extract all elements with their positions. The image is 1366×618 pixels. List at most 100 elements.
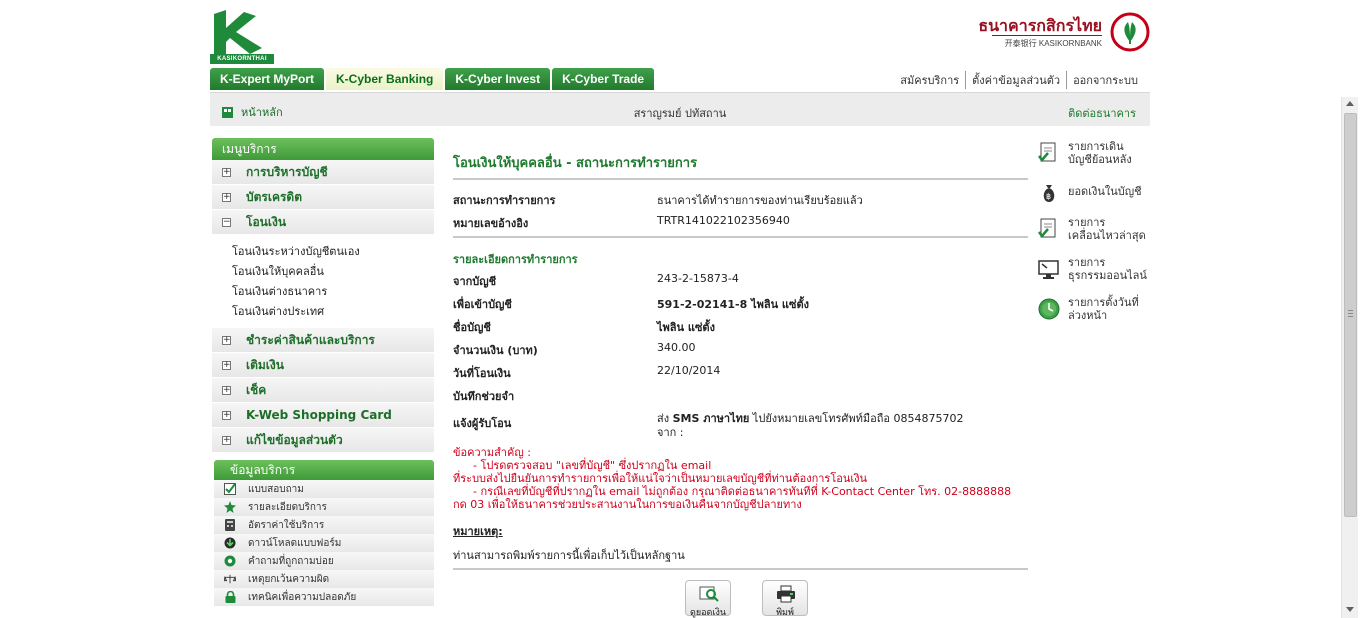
menu-item-account-management[interactable]: + การบริหารบัญชี (212, 160, 434, 185)
scrollbar-thumb[interactable] (1344, 113, 1357, 517)
tab-k-expert-myport[interactable]: K-Expert MyPort (210, 68, 325, 90)
menu-item-label: เติมเงิน (246, 357, 284, 372)
info-item-survey[interactable]: แบบสอบถาม (214, 480, 434, 498)
expand-icon: + (222, 359, 231, 370)
menu-item-k-web-shopping-card[interactable]: + K-Web Shopping Card (212, 403, 434, 428)
memo-label: บันทึกช่วยจำ (453, 390, 515, 403)
info-item-label: รายละเอียดบริการ (248, 501, 327, 513)
menu-item-label: บัตรเครดิต (246, 189, 303, 204)
k-logo-icon (214, 10, 262, 54)
view-balance-button[interactable]: ดูยอดเงิน (685, 580, 731, 618)
info-item-label: ดาวน์โหลดแบบฟอร์ม (248, 537, 342, 549)
grip-icon (1348, 310, 1353, 311)
print-button[interactable]: พิมพ์ (762, 580, 808, 618)
menu-item-label: เช็ค (246, 382, 267, 397)
submenu-international[interactable]: โอนเงินต่างประเทศ (232, 302, 434, 322)
tab-k-cyber-invest[interactable]: K-Cyber Invest (445, 68, 551, 90)
notice-line: - กรณีเลขที่บัญชีที่ปรากฏใน email ไม่ถูก… (473, 485, 1012, 498)
account-name-value: ไพลิน แซ่ตั้ง (657, 321, 715, 334)
quick-link-online[interactable]: รายการ ธุรกรรมออนไลน์ (1038, 256, 1150, 296)
tab-k-cyber-trade[interactable]: K-Cyber Trade (552, 68, 655, 90)
expand-icon: + (222, 384, 231, 395)
info-item-label: เหตุยกเว้นความผิด (248, 573, 330, 585)
submenu-other-bank[interactable]: โอนเงินต่างธนาคาร (232, 282, 434, 302)
service-info: ข้อมูลบริการ แบบสอบถาม รายละเอียดบริการ … (214, 460, 434, 606)
scroll-down-icon[interactable] (1346, 607, 1354, 612)
remark-label: หมายเหตุ: (453, 525, 503, 538)
quick-link-balance[interactable]: ฿ ยอดเงินในบัญชี (1038, 180, 1150, 220)
notify-value: ส่ง SMS ภาษาไทย ไปยังหมายเลขโทรศัพท์มือถ… (657, 409, 963, 427)
quick-link-statement[interactable]: รายการเดิน บัญชีย้อนหลัง (1038, 140, 1150, 180)
kasikornthai-logo[interactable]: KASIKORNTHAI (210, 10, 274, 64)
tab-k-cyber-banking[interactable]: K-Cyber Banking (326, 68, 444, 90)
info-item-label: คำถามที่ถูกถามบ่อย (248, 555, 334, 567)
divider (453, 178, 1028, 180)
contact-bank-link[interactable]: ติดต่อธนาคาร (1068, 104, 1136, 122)
remark-text: ท่านสามารถพิมพ์รายการนี้เพื่อเก็บไว้เป็น… (453, 549, 685, 562)
statement-icon (1038, 142, 1056, 162)
menu-item-label: ชำระค่าสินค้าและบริการ (246, 332, 375, 347)
transfer-submenu: โอนเงินระหว่างบัญชีตนเอง โอนเงินให้บุคคล… (212, 235, 434, 328)
info-item-fees[interactable]: อัตราค่าใช้บริการ (214, 516, 434, 534)
menu-item-credit-card[interactable]: + บัตรเครดิต (212, 185, 434, 210)
scale-icon (224, 573, 236, 585)
menu-item-bill-payment[interactable]: + ชำระค่าสินค้าและบริการ (212, 328, 434, 353)
info-item-service-details[interactable]: รายละเอียดบริการ (214, 498, 434, 516)
account-name-label: ชื่อบัญชี (453, 321, 491, 334)
reference-value: TRTR141022102356940 (657, 214, 790, 227)
quick-link-line: เคลื่อนไหวล่าสุด (1068, 229, 1146, 242)
notice-line: ที่ระบบส่งไปยืนยันการทำรายการเพื่อให้แน่… (453, 472, 868, 485)
status-value: ธนาคารได้ทำรายการของท่านเรียบร้อยแล้ว (657, 194, 863, 207)
quick-link-label: รายการ ธุรกรรมออนไลน์ (1068, 256, 1147, 282)
submenu-own-accounts[interactable]: โอนเงินระหว่างบัญชีตนเอง (232, 242, 434, 262)
quick-link-scheduled[interactable]: รายการตั้งวันที่ ล่วงหน้า (1038, 296, 1150, 336)
page-title: โอนเงินให้บุคคลอื่น - สถานะการทำรายการ (453, 156, 698, 171)
menu-item-cheque[interactable]: + เช็ค (212, 378, 434, 403)
quick-link-line: ธุรกรรมออนไลน์ (1068, 269, 1147, 282)
menu-item-edit-profile[interactable]: + แก้ไขข้อมูลส่วนตัว (212, 428, 434, 453)
page-scrollbar[interactable] (1341, 97, 1358, 618)
notice-line: กด 03 เพื่อให้ธนาคารช่วยประสานงานในการขอ… (453, 498, 802, 511)
recent-transactions-icon (1038, 218, 1056, 238)
amount-value: 340.00 (657, 341, 696, 354)
expand-icon: + (222, 191, 231, 202)
register-link[interactable]: สมัครบริการ (894, 71, 965, 89)
download-icon (224, 537, 236, 549)
menu-item-label: แก้ไขข้อมูลส่วนตัว (246, 432, 343, 447)
info-item-faq[interactable]: คำถามที่ถูกถามบ่อย (214, 552, 434, 570)
expand-icon: + (222, 409, 231, 420)
amount-label: จำนวนเงิน (บาท) (453, 344, 538, 357)
menu-item-label: โอนเงิน (246, 214, 287, 229)
quick-link-line: รายการตั้งวันที่ (1068, 296, 1139, 309)
notify-label: แจ้งผู้รับโอน (453, 417, 512, 430)
question-icon (224, 555, 236, 567)
menu-item-top-up[interactable]: + เติมเงิน (212, 353, 434, 378)
scroll-up-icon[interactable] (1346, 101, 1354, 106)
notify-from: จาก : (657, 426, 684, 439)
kasikornbank-logo[interactable]: ธนาคารกสิกรไทย 开泰银行 KASIKORNBANK (978, 12, 1150, 56)
info-item-download-forms[interactable]: ดาวน์โหลดแบบฟอร์ม (214, 534, 434, 552)
quick-link-recent[interactable]: รายการ เคลื่อนไหวล่าสุด (1038, 216, 1150, 256)
bank-name-english: 开泰银行 KASIKORNBANK (1004, 39, 1102, 48)
info-item-security-tips[interactable]: เทคนิคเพื่อความปลอดภัย (214, 588, 434, 606)
quick-link-label: รายการ เคลื่อนไหวล่าสุด (1068, 216, 1146, 242)
expand-icon: + (222, 434, 231, 445)
info-item-disclaimer[interactable]: เหตุยกเว้นความผิด (214, 570, 434, 588)
menu-item-transfer[interactable]: − โอนเงิน (212, 210, 434, 235)
money-bag-icon: ฿ (1043, 185, 1055, 202)
checkmark-icon (224, 483, 236, 495)
reference-label: หมายเลขอ้างอิง (453, 217, 529, 230)
expand-icon: + (222, 166, 231, 177)
quick-link-label: ยอดเงินในบัญชี (1068, 185, 1142, 198)
page: KASIKORNTHAI ธนาคารกสิกรไทย 开泰银行 KASIKOR… (210, 0, 1150, 618)
navbar: หน้าหลัก สราญรมย์ ปทัสถาน ติดต่อธนาคาร (210, 92, 1150, 126)
to-account-label: เพื่อเข้าบัญชี (453, 298, 512, 311)
important-notice: ข้อความสำคัญ : - โปรดตรวจสอบ "เลขที่บัญช… (453, 446, 1011, 511)
date-value: 22/10/2014 (657, 364, 721, 377)
service-menu: เมนูบริการ + การบริหารบัญชี + บัตรเครดิต −… (212, 138, 434, 453)
printer-icon (777, 585, 795, 603)
logout-link[interactable]: ออกจากระบบ (1066, 71, 1144, 89)
quick-link-line: รายการเดิน (1068, 140, 1124, 153)
settings-link[interactable]: ตั้งค่าข้อมูลส่วนตัว (965, 71, 1066, 89)
submenu-other-person[interactable]: โอนเงินให้บุคคลอื่น (232, 262, 434, 282)
